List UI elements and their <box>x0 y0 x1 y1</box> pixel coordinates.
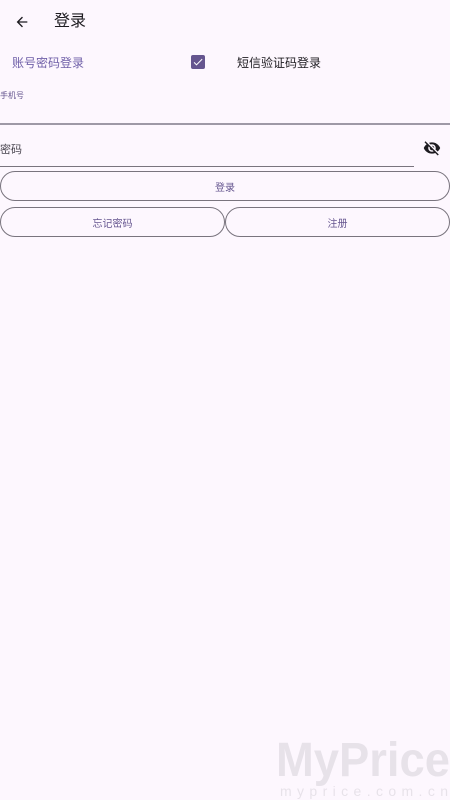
arrow-left-icon <box>16 16 28 28</box>
login-mode-row: 账号密码登录 <box>0 50 450 76</box>
watermark-text: MyPrice <box>276 734 450 787</box>
phone-input-underline <box>0 123 450 125</box>
register-button[interactable]: 注册 <box>225 207 450 237</box>
check-icon <box>193 58 203 66</box>
password-label: 密码 <box>0 143 22 156</box>
sms-login-checkbox[interactable] <box>191 55 205 69</box>
phone-input[interactable] <box>0 86 450 126</box>
login-button[interactable]: 登录 <box>0 171 450 201</box>
password-input-underline <box>0 166 414 167</box>
phone-label: 手机号 <box>0 91 24 100</box>
password-input[interactable] <box>0 133 414 167</box>
eye-off-icon <box>423 141 441 156</box>
app-bar: 登录 <box>0 0 450 44</box>
forgot-password-button[interactable]: 忘记密码 <box>0 207 225 237</box>
sms-login-option[interactable]: 短信验证码登录 <box>237 54 321 71</box>
account-password-login-option[interactable]: 账号密码登录 <box>12 54 84 71</box>
toggle-password-visibility-button[interactable] <box>422 138 442 158</box>
page-title: 登录 <box>54 11 87 30</box>
back-button[interactable] <box>10 10 34 34</box>
myprice-watermark: MyPrice myprice.com.cn <box>276 734 450 799</box>
